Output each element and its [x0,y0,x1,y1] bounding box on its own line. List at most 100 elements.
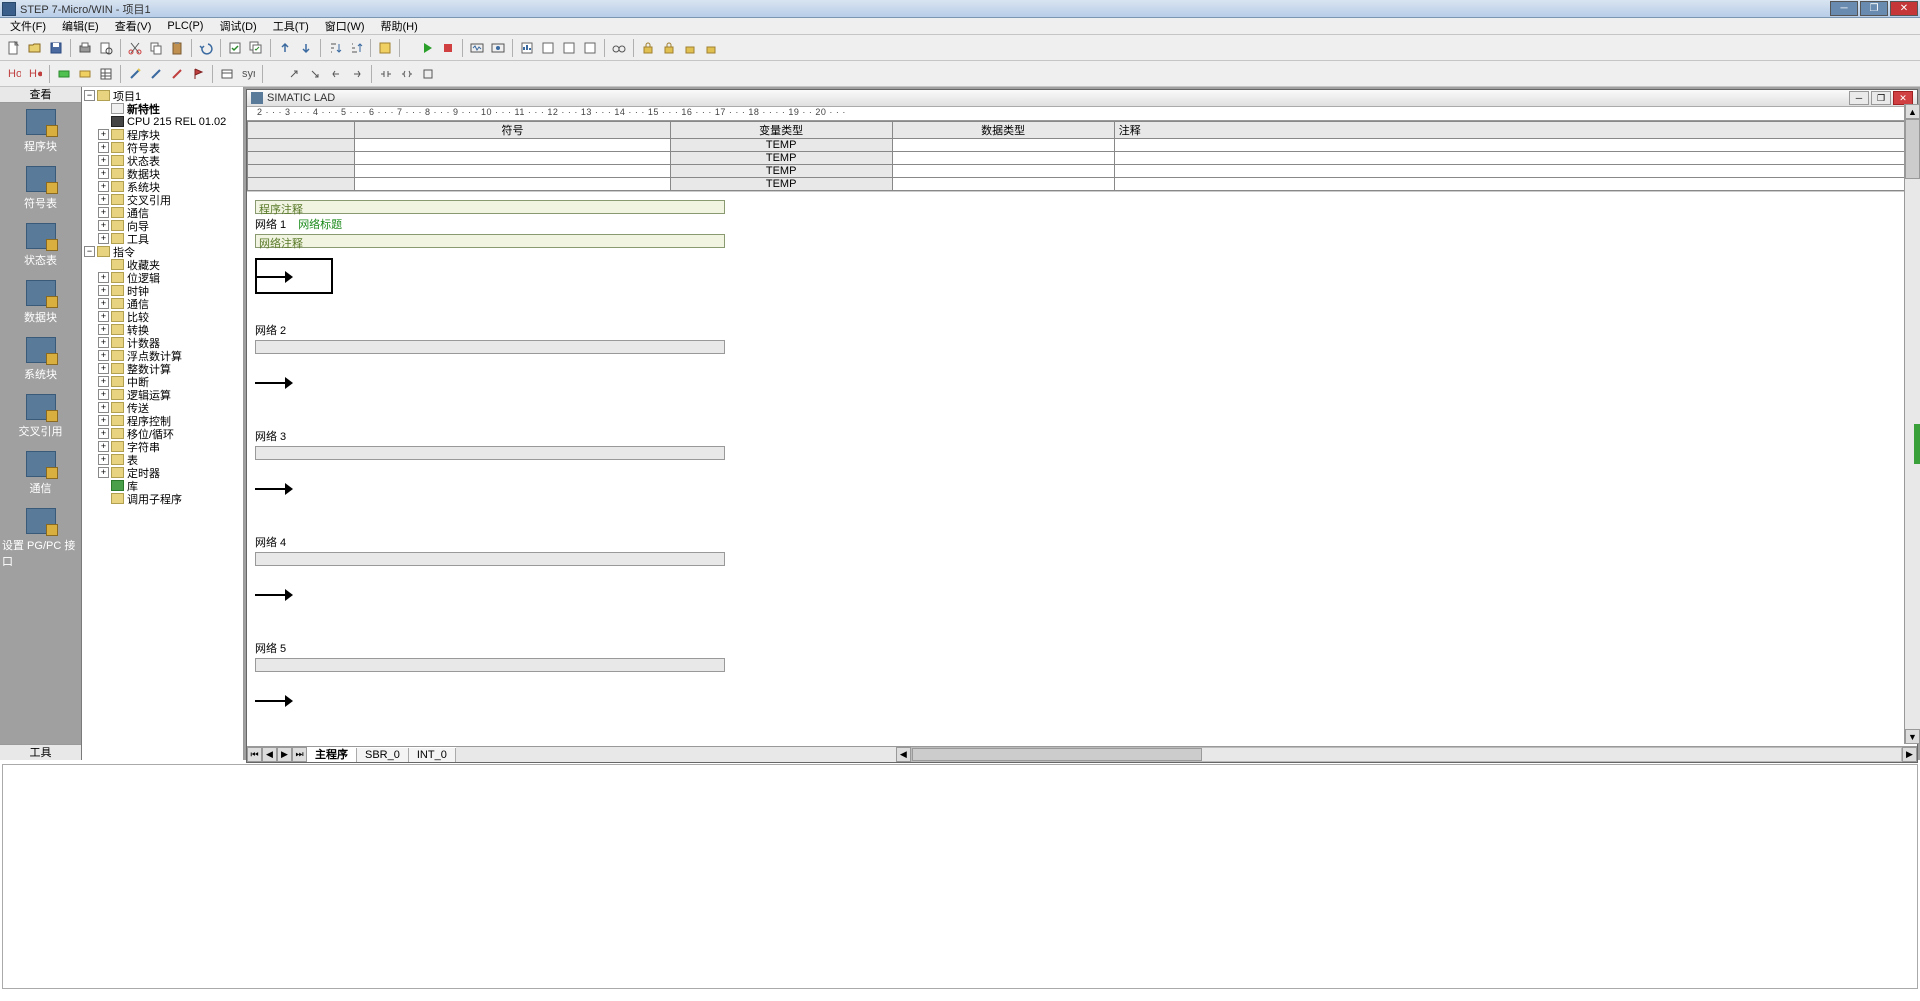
undo-button[interactable] [196,38,216,58]
cut-button[interactable] [125,38,145,58]
tree-node-project[interactable]: −项目1 [84,89,241,102]
expand-icon[interactable]: + [98,298,109,309]
wand1-button[interactable] [125,64,145,84]
menu-help[interactable]: 帮助(H) [373,17,426,35]
rung[interactable] [255,258,1917,298]
chart1-button[interactable] [517,38,537,58]
new-button[interactable] [4,38,24,58]
network-comment[interactable] [255,658,725,672]
nav-item-comm[interactable]: 通信 [0,445,81,502]
menu-file[interactable]: 文件(F) [2,17,54,35]
tree-node[interactable]: +位逻辑 [84,271,241,284]
cell-symbol[interactable] [355,178,670,191]
tab-first-button[interactable]: ⏮ [247,747,262,762]
lock2-button[interactable] [659,38,679,58]
tree-node[interactable]: +时钟 [84,284,241,297]
expand-icon[interactable]: + [98,402,109,413]
expand-icon[interactable]: + [98,415,109,426]
maximize-button[interactable]: ❐ [1860,1,1888,16]
collapse-icon[interactable]: − [84,90,95,101]
close-button[interactable]: ✕ [1890,1,1918,16]
nav-item-symbol-table[interactable]: 符号表 [0,160,81,217]
hscroll-right-button[interactable]: ▶ [1902,747,1917,762]
cell-datatype[interactable] [892,139,1114,152]
nav-item-program-block[interactable]: 程序块 [0,103,81,160]
tree-node[interactable]: +状态表 [84,154,241,167]
tree-node[interactable]: +移位/循环 [84,427,241,440]
expand-icon[interactable]: + [98,376,109,387]
rung[interactable] [255,470,1917,510]
arrow-right-button[interactable] [347,64,367,84]
tree-node[interactable]: +工具 [84,232,241,245]
program-comment[interactable]: 程序注释 [255,200,725,214]
lock1-button[interactable] [638,38,658,58]
coil-button[interactable] [397,64,417,84]
network-comment[interactable] [255,340,725,354]
col-vartype[interactable]: 变量类型 [670,122,892,139]
flag-button[interactable] [188,64,208,84]
paste-button[interactable] [167,38,187,58]
save-button[interactable] [46,38,66,58]
tree-node[interactable]: +逻辑运算 [84,388,241,401]
copy-button[interactable] [146,38,166,58]
upload-button[interactable] [275,38,295,58]
arrow-left-button[interactable] [326,64,346,84]
collapse-icon[interactable]: − [84,246,95,257]
network-comment[interactable] [255,552,725,566]
tree-node[interactable]: +程序块 [84,128,241,141]
rung[interactable] [255,364,1917,404]
expand-icon[interactable]: + [98,233,109,244]
tree-node-instr[interactable]: −指令 [84,245,241,258]
sym-button[interactable]: sym [238,64,258,84]
print-button[interactable] [75,38,95,58]
mdi-restore-button[interactable]: ❐ [1871,91,1891,105]
arrow-ne-button[interactable] [284,64,304,84]
nav-item-status-table[interactable]: 状态表 [0,217,81,274]
network[interactable]: 网络 2 [255,322,1917,404]
col-datatype[interactable]: 数据类型 [892,122,1114,139]
tree-node[interactable]: +数据块 [84,167,241,180]
expand-icon[interactable]: + [98,181,109,192]
nav-footer[interactable]: 工具 [0,744,81,760]
download-button[interactable] [296,38,316,58]
network[interactable]: 网络 1网络标题网络注释 [255,216,1917,298]
tree-node-cpu[interactable]: CPU 215 REL 01.02 [84,115,241,128]
nav-item-pgpc[interactable]: 设置 PG/PC 接口 [0,502,81,575]
expand-icon[interactable]: + [98,350,109,361]
nav-item-system-block[interactable]: 系统块 [0,331,81,388]
expand-icon[interactable]: + [98,220,109,231]
expand-icon[interactable]: + [98,142,109,153]
status2-button[interactable] [75,64,95,84]
cell-comment[interactable] [1114,152,1916,165]
print-preview-button[interactable] [96,38,116,58]
tree-node[interactable]: +表 [84,453,241,466]
tree-node[interactable]: +整数计算 [84,362,241,375]
col-comment[interactable]: 注释 [1114,122,1916,139]
menu-edit[interactable]: 编辑(E) [54,17,107,35]
expand-icon[interactable]: + [98,363,109,374]
col-symbol[interactable]: 符号 [355,122,670,139]
tree-node[interactable]: +通信 [84,206,241,219]
cell-symbol[interactable] [355,139,670,152]
contact-button[interactable] [376,64,396,84]
mdi-minimize-button[interactable]: ─ [1849,91,1869,105]
lock4-button[interactable] [701,38,721,58]
network-title-link[interactable]: 网络标题 [298,219,342,231]
tree-node[interactable]: +定时器 [84,466,241,479]
wand2-button[interactable] [146,64,166,84]
contact-no-button[interactable]: Ho [4,64,24,84]
tab-prev-button[interactable]: ◀ [262,747,277,762]
network[interactable]: 网络 5 [255,640,1917,722]
status-button[interactable] [54,64,74,84]
glasses-button[interactable] [609,38,629,58]
sort-asc-button[interactable] [325,38,345,58]
expand-icon[interactable]: + [98,311,109,322]
expand-icon[interactable]: + [98,337,109,348]
cell-comment[interactable] [1114,139,1916,152]
menu-window[interactable]: 窗口(W) [317,17,373,35]
expand-icon[interactable]: + [98,285,109,296]
variable-table[interactable]: 符号 变量类型 数据类型 注释 TEMPTEMPTEMPTEMP [247,121,1917,191]
expand-icon[interactable]: + [98,194,109,205]
hscroll-left-button[interactable]: ◀ [896,747,911,762]
hscroll-track[interactable] [911,747,1902,762]
